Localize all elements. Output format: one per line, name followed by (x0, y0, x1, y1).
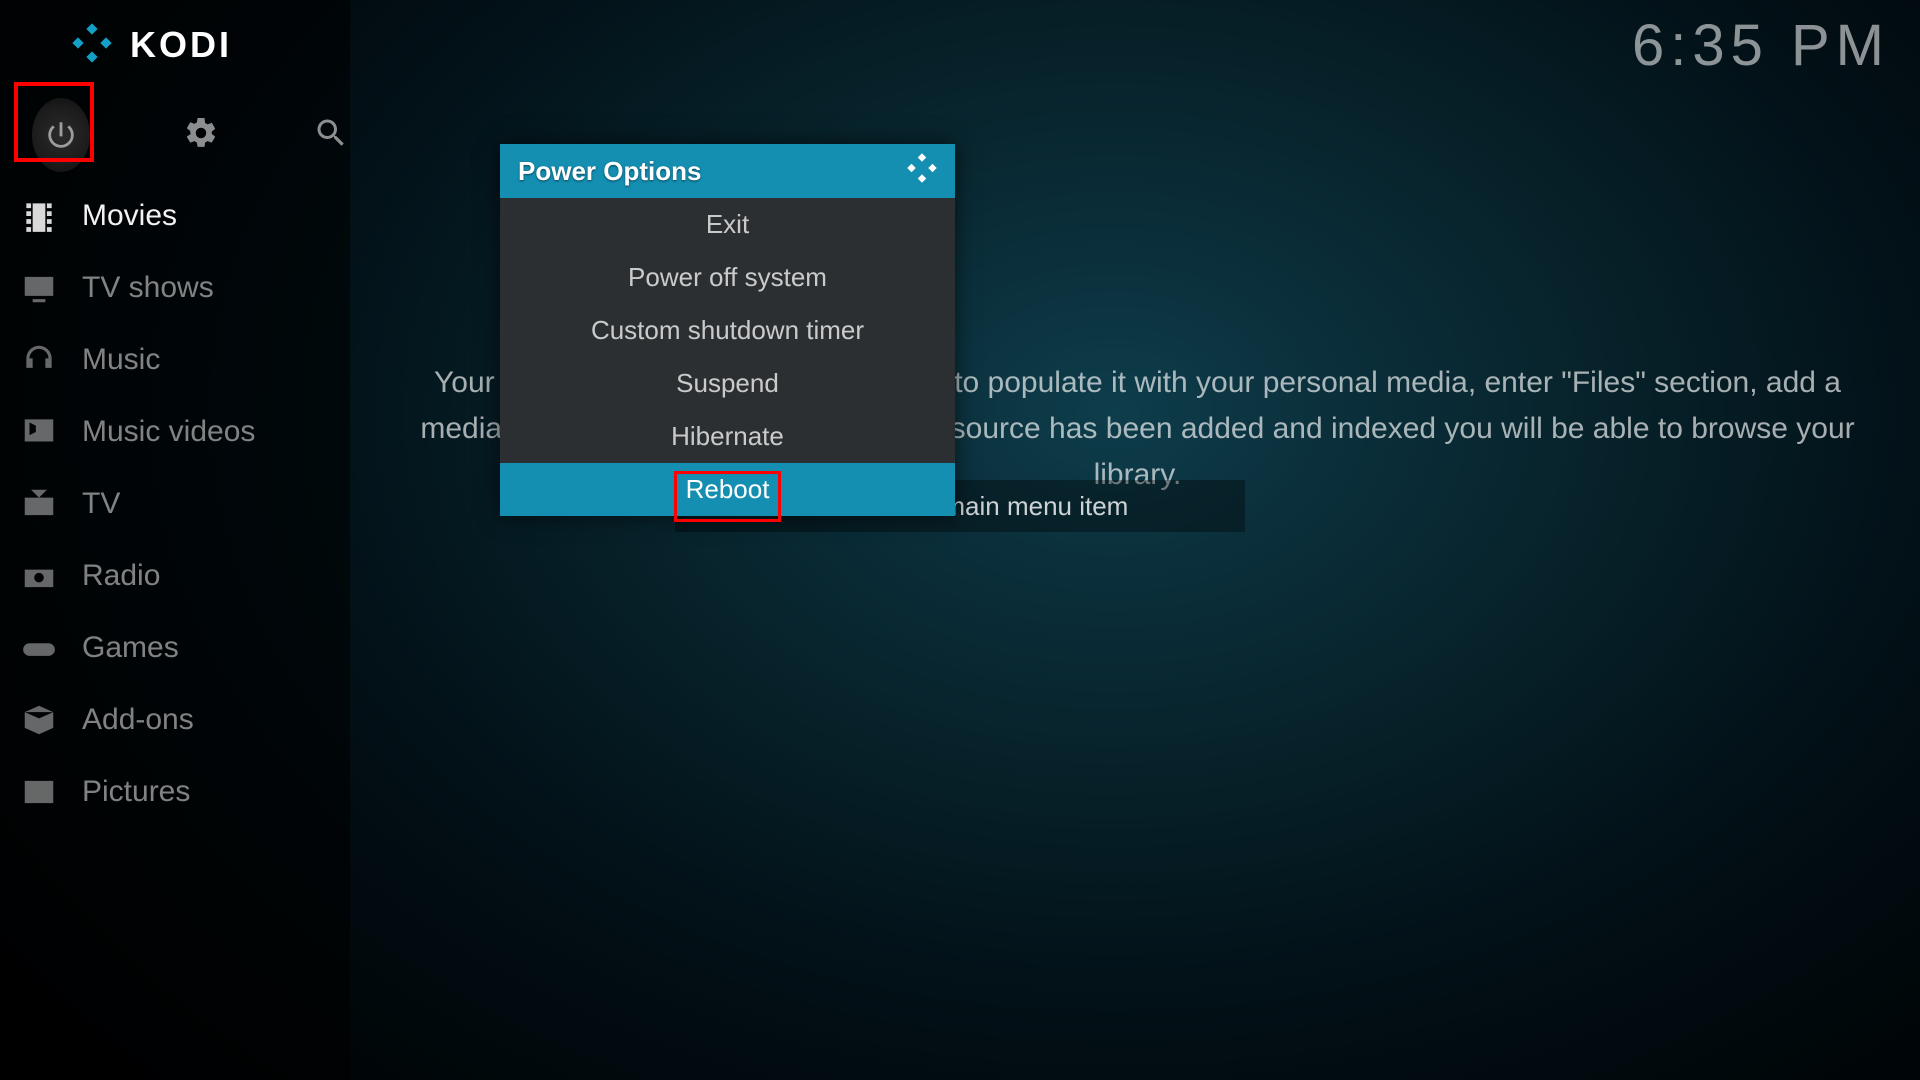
headphones-icon (18, 339, 60, 381)
sidebar-iconbar (0, 90, 350, 180)
search-button[interactable] (312, 106, 350, 164)
tv-antenna-icon (18, 483, 60, 525)
gamepad-icon (18, 627, 60, 669)
sidebar-item-radio[interactable]: Radio (0, 540, 350, 612)
sidebar-item-label: TV shows (82, 271, 214, 305)
power-button[interactable] (32, 106, 90, 164)
sidebar-item-pictures[interactable]: Pictures (0, 756, 350, 828)
box-icon (18, 699, 60, 741)
sidebar: KODI Movies TV shows Music Music videos TV Ra… (0, 0, 350, 1080)
dialog-title: Power Options (500, 144, 955, 198)
sidebar-item-label: Pictures (82, 775, 190, 809)
sidebar-nav: Movies TV shows Music Music videos TV Radio Ga… (0, 180, 350, 828)
sidebar-item-add-ons[interactable]: Add-ons (0, 684, 350, 756)
power-option-custom-shutdown-timer[interactable]: Custom shutdown timer (500, 304, 955, 357)
sidebar-item-label: Radio (82, 559, 160, 593)
app-logo: KODI (0, 0, 350, 90)
sidebar-item-music-videos[interactable]: Music videos (0, 396, 350, 468)
settings-button[interactable] (182, 106, 220, 164)
music-video-icon (18, 411, 60, 453)
sidebar-item-label: Games (82, 631, 179, 665)
gear-icon (183, 115, 219, 156)
sidebar-item-label: Add-ons (82, 703, 194, 737)
sidebar-item-games[interactable]: Games (0, 612, 350, 684)
app-background: 6:35 PM Your library is currently empty.… (0, 0, 1920, 1080)
sidebar-item-label: Music (82, 343, 160, 377)
sidebar-item-label: Music videos (82, 415, 255, 449)
sidebar-item-tv-shows[interactable]: TV shows (0, 252, 350, 324)
power-option-hibernate[interactable]: Hibernate (500, 410, 955, 463)
film-icon (18, 195, 60, 237)
power-option-exit[interactable]: Exit (500, 198, 955, 251)
power-icon (32, 98, 90, 172)
app-brand-text: KODI (130, 24, 232, 66)
tv-display-icon (18, 267, 60, 309)
sidebar-item-movies[interactable]: Movies (0, 180, 350, 252)
sidebar-item-label: Movies (82, 199, 177, 233)
dialog-title-text: Power Options (518, 156, 701, 187)
kodi-corner-icon (907, 153, 937, 190)
power-options-dialog: Power Options ExitPower off systemCustom… (500, 144, 955, 516)
power-option-power-off-system[interactable]: Power off system (500, 251, 955, 304)
sidebar-item-music[interactable]: Music (0, 324, 350, 396)
pictures-icon (18, 771, 60, 813)
sidebar-item-tv[interactable]: TV (0, 468, 350, 540)
clock: 6:35 PM (1632, 12, 1890, 79)
sidebar-item-label: TV (82, 487, 120, 521)
power-option-reboot[interactable]: Reboot (500, 463, 955, 516)
search-icon (313, 115, 349, 156)
kodi-logo-icon (72, 23, 112, 68)
radio-icon (18, 555, 60, 597)
power-option-suspend[interactable]: Suspend (500, 357, 955, 410)
